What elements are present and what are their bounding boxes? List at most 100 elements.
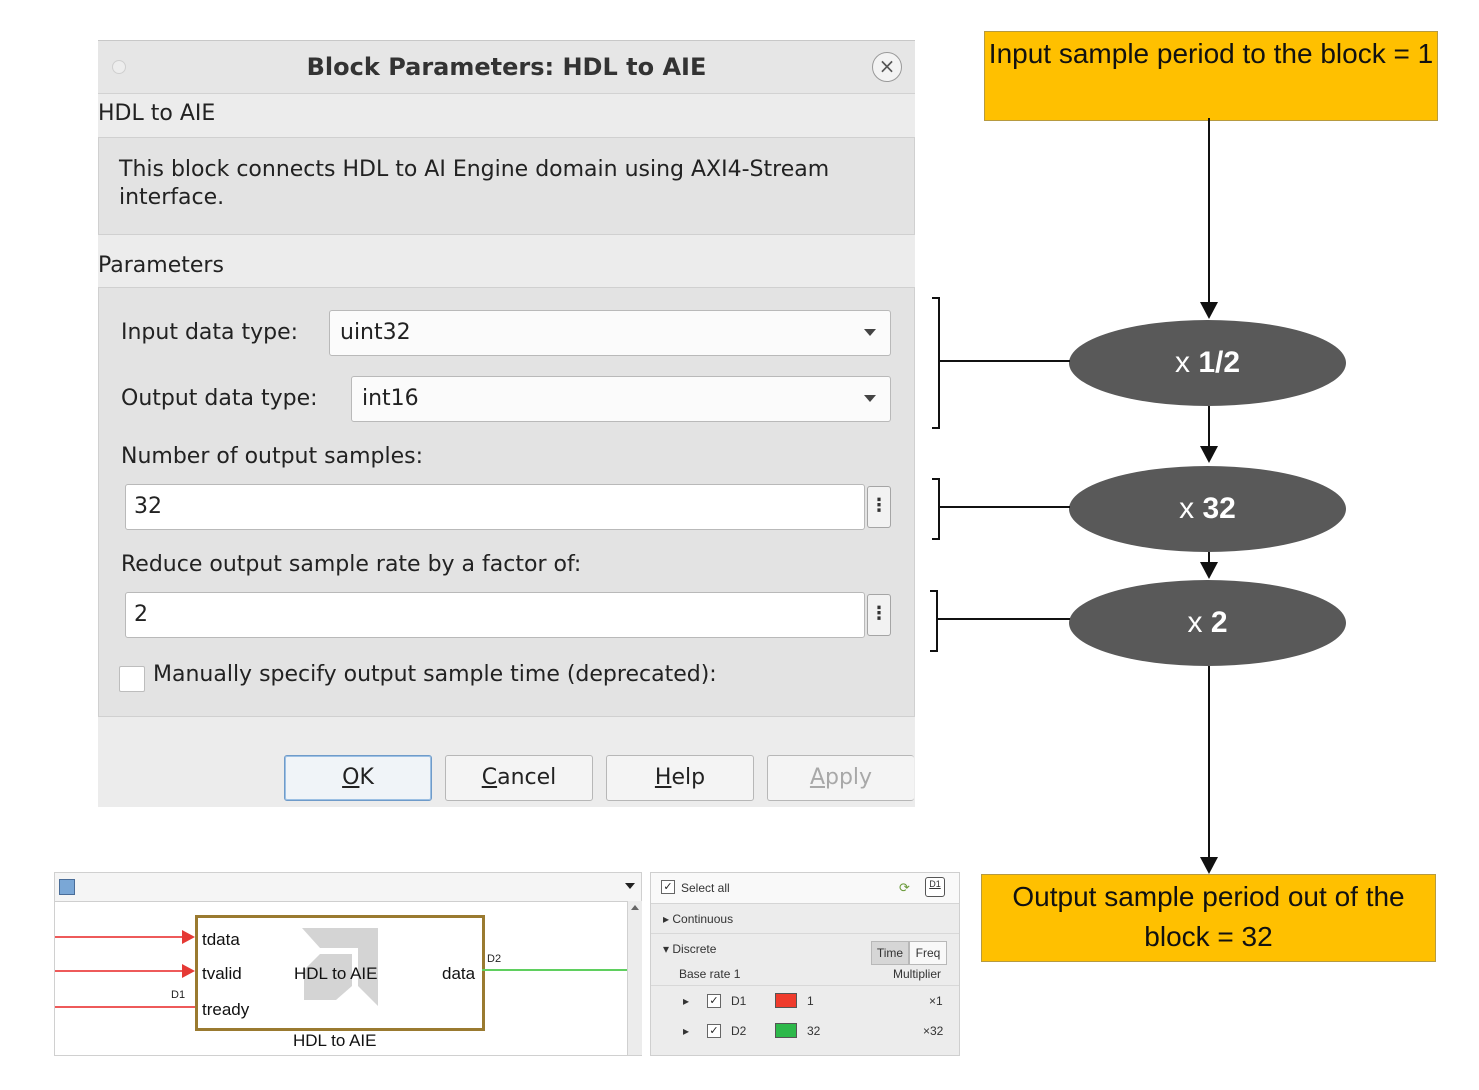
apply-label: pply <box>825 765 873 790</box>
port-tready: tready <box>202 1000 250 1019</box>
base-rate-label: Base rate 1 <box>679 967 741 981</box>
flow-arrowhead <box>1200 446 1218 463</box>
chevron-down-icon[interactable] <box>625 883 635 889</box>
num-output-samples-field[interactable]: 32 <box>125 484 865 530</box>
apply-button[interactable]: Apply <box>767 755 914 801</box>
input-data-type-label: Input data type: <box>121 320 299 345</box>
flow-connector <box>1208 118 1210 304</box>
select-all-checkbox[interactable]: ✓ <box>661 880 675 894</box>
manual-sample-time-checkbox[interactable] <box>119 666 145 692</box>
bracket-connector <box>938 618 1070 620</box>
legend-row-d2[interactable]: ▸ ✓ D2 32 ×32 <box>651 1016 959 1046</box>
reduce-rate-more-button[interactable]: ⋮ <box>867 594 891 636</box>
d2-checkbox[interactable]: ✓ <box>707 1024 721 1038</box>
reduce-rate-field[interactable]: 2 <box>125 592 865 638</box>
description-panel: This block connects HDL to AI Engine dom… <box>98 137 915 235</box>
continuous-expander[interactable]: ▸ Continuous <box>663 912 733 926</box>
manual-sample-time-label: Manually specify output sample time (dep… <box>153 662 717 687</box>
flow-arrowhead <box>1200 857 1218 874</box>
apply-mnemonic: A <box>809 765 825 790</box>
bracket <box>932 478 940 540</box>
output-data-type-select[interactable]: int16 <box>351 376 891 422</box>
select-all-label: Select all <box>681 881 730 895</box>
block-parameters-dialog: Block Parameters: HDL to AIE × HDL to AI… <box>98 40 915 807</box>
input-arrow-icon <box>182 964 195 978</box>
legend-divider <box>651 933 959 934</box>
dialog-title: Block Parameters: HDL to AIE <box>306 53 707 81</box>
scroll-up-icon[interactable] <box>631 905 639 910</box>
block-caption: HDL to AIE <box>293 1031 377 1050</box>
multiplier-label: Multiplier <box>893 967 942 981</box>
input-period-box: Input sample period to the block = 1 <box>984 31 1438 121</box>
step2-value: 32 <box>1202 492 1236 525</box>
flow-arrowhead <box>1200 562 1218 579</box>
multiply-32-ellipse: x 32 <box>1069 466 1346 552</box>
d1-checkbox[interactable]: ✓ <box>707 994 721 1008</box>
step1-value: 1/2 <box>1198 346 1241 379</box>
discrete-expander[interactable]: ▾ Discrete <box>663 942 716 956</box>
block-name-heading: HDL to AIE <box>98 101 216 126</box>
num-output-samples-value: 32 <box>134 494 162 519</box>
title-bar[interactable]: Block Parameters: HDL to AIE × <box>98 41 915 94</box>
bracket <box>930 590 938 652</box>
sample-time-legend: ✓ Select all ⟳ D1 ▸ Continuous ▾ Discret… <box>650 872 960 1056</box>
multiply-half-ellipse: x 1/2 <box>1069 320 1346 406</box>
freq-toggle[interactable]: Freq <box>909 941 947 965</box>
bracket-connector <box>940 360 1070 362</box>
parameters-panel: Input data type: uint32 Output data type… <box>98 287 915 717</box>
reduce-rate-value: 2 <box>134 602 148 627</box>
vertical-scrollbar[interactable] <box>627 901 642 1055</box>
output-data-type-label: Output data type: <box>121 386 318 411</box>
discrete-label: Discrete <box>672 942 717 956</box>
signal-line[interactable] <box>55 970 183 972</box>
parameters-heading: Parameters <box>98 253 224 278</box>
highlight-icon[interactable]: ⟳ <box>899 881 910 896</box>
ok-label: K <box>359 765 374 790</box>
step2-prefix: x <box>1179 492 1195 525</box>
flow-arrowhead <box>1200 302 1218 319</box>
port-tvalid: tvalid <box>202 964 242 983</box>
step3-value: 2 <box>1210 606 1228 639</box>
close-icon[interactable]: × <box>872 52 902 82</box>
rate-badge-icon[interactable]: D1 <box>925 877 945 897</box>
d2-color-swatch <box>775 1023 797 1038</box>
output-signal-line[interactable] <box>482 969 627 971</box>
output-data-type-value: int16 <box>362 386 419 411</box>
num-output-samples-label: Number of output samples: <box>121 444 423 469</box>
input-data-type-select[interactable]: uint32 <box>329 310 891 356</box>
continuous-label: Continuous <box>672 912 734 926</box>
help-button[interactable]: Help <box>606 755 754 801</box>
d1-name: D1 <box>731 994 747 1008</box>
legend-row-d1[interactable]: ▸ ✓ D1 1 ×1 <box>651 986 959 1016</box>
d2-multiplier: ×32 <box>923 1024 944 1038</box>
input-data-type-value: uint32 <box>340 320 411 345</box>
expand-icon[interactable]: ▸ <box>683 1024 689 1038</box>
step1-prefix: x <box>1174 346 1190 379</box>
cancel-label: ancel <box>497 765 557 790</box>
input-arrow-icon <box>182 930 195 944</box>
help-label: elp <box>671 765 706 790</box>
model-icon[interactable] <box>59 879 75 895</box>
num-samples-more-button[interactable]: ⋮ <box>867 486 891 528</box>
block-description: This block connects HDL to AI Engine dom… <box>119 157 830 210</box>
signal-line[interactable] <box>55 1006 195 1008</box>
chevron-down-icon <box>864 329 876 336</box>
flow-connector <box>1208 666 1210 858</box>
hdl-to-aie-block[interactable]: tdata tvalid tready HDL to AIE data <box>195 915 485 1031</box>
ok-button[interactable]: OK <box>284 755 432 801</box>
reduce-rate-label: Reduce output sample rate by a factor of… <box>121 552 582 577</box>
model-canvas[interactable]: D1 tdata tvalid tready HDL to AIE data H… <box>54 872 642 1056</box>
d2-value: 32 <box>807 1024 821 1038</box>
d2-name: D2 <box>731 1024 747 1038</box>
chevron-down-icon <box>864 395 876 402</box>
bracket-connector <box>940 506 1070 508</box>
input-rate-tag: D1 <box>171 989 186 1001</box>
time-toggle[interactable]: Time <box>871 941 909 965</box>
ok-mnemonic: O <box>342 765 360 790</box>
signal-line[interactable] <box>55 936 183 938</box>
expand-icon[interactable]: ▸ <box>683 994 689 1008</box>
legend-header: ✓ Select all ⟳ D1 <box>651 873 959 904</box>
step3-prefix: x <box>1187 606 1203 639</box>
help-mnemonic: H <box>654 765 672 790</box>
cancel-button[interactable]: Cancel <box>445 755 593 801</box>
